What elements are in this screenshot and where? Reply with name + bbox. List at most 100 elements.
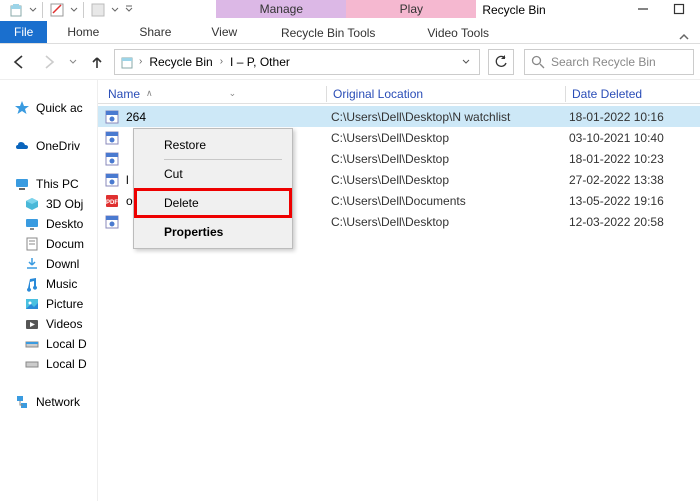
col-dropdown-icon[interactable]: ⌄ — [229, 88, 237, 99]
forward-button[interactable] — [36, 49, 62, 75]
file-original-location: C:\Users\Dell\Desktop — [331, 215, 569, 229]
cube-icon — [24, 196, 40, 212]
menu-restore[interactable]: Restore — [136, 132, 290, 158]
sidebar-pictures[interactable]: Picture — [0, 294, 97, 314]
menu-separator — [164, 159, 282, 160]
download-icon — [24, 256, 40, 272]
cloud-icon — [14, 138, 30, 154]
pc-icon — [14, 176, 30, 192]
file-original-location: C:\Users\Dell\Desktop — [331, 173, 569, 187]
video-file-icon — [104, 172, 120, 188]
sidebar-documents[interactable]: Docum — [0, 234, 97, 254]
sidebar-network[interactable]: Network — [0, 392, 97, 412]
sidebar-3d-objects[interactable]: 3D Obj — [0, 194, 97, 214]
file-original-location: C:\Users\Dell\Desktop — [331, 152, 569, 166]
sidebar-local-disk-c[interactable]: Local D — [0, 334, 97, 354]
col-original-location[interactable]: Original Location — [327, 87, 565, 101]
svg-text:PDF: PDF — [106, 200, 118, 206]
sidebar-videos[interactable]: Videos — [0, 314, 97, 334]
menu-separator — [164, 217, 282, 218]
context-menu: Restore Cut Delete Properties — [133, 128, 293, 249]
menu-separator — [164, 188, 282, 189]
ribbon-expand-icon[interactable] — [678, 29, 700, 43]
drive-icon — [24, 356, 40, 372]
file-date-deleted: 18-01-2022 10:23 — [569, 152, 700, 166]
qa-dropdown-icon[interactable] — [28, 6, 38, 14]
tab-view[interactable]: View — [191, 21, 257, 43]
address-bar: › Recycle Bin › I – P, Other Search Recy… — [0, 44, 700, 80]
video-file-icon — [104, 130, 120, 146]
col-name[interactable]: Name ∧ ⌄ — [98, 87, 326, 101]
video-file-icon — [104, 151, 120, 167]
file-date-deleted: 27-02-2022 13:38 — [569, 173, 700, 187]
window-title: Recycle Bin — [476, 0, 555, 17]
qa-dropdown2-icon[interactable] — [69, 6, 79, 14]
recycle-bin-crumb-icon — [119, 54, 135, 70]
qa-customize-icon[interactable] — [122, 0, 136, 20]
nav-sidebar: Quick ac OneDriv This PC 3D Obj Deskto D… — [0, 80, 98, 501]
breadcrumb-box[interactable]: › Recycle Bin › I – P, Other — [114, 49, 480, 75]
pdf-icon: PDF — [104, 193, 120, 209]
sidebar-downloads[interactable]: Downl — [0, 254, 97, 274]
sidebar-music[interactable]: Music — [0, 274, 97, 294]
file-date-deleted: 13-05-2022 19:16 — [569, 194, 700, 208]
file-name: 264 — [126, 110, 331, 124]
star-icon — [14, 100, 30, 116]
tab-recycle-bin-tools[interactable]: Recycle Bin Tools — [263, 23, 393, 43]
music-icon — [24, 276, 40, 292]
back-button[interactable] — [6, 49, 32, 75]
menu-cut[interactable]: Cut — [136, 161, 290, 187]
properties-icon[interactable] — [47, 0, 67, 20]
contextual-tabs: Manage Play — [216, 0, 476, 18]
doc-icon — [24, 236, 40, 252]
chevron-right-icon[interactable]: › — [220, 56, 223, 67]
minimize-button[interactable] — [636, 2, 650, 16]
desktop-icon — [24, 216, 40, 232]
video-file-icon — [104, 214, 120, 230]
ctx-play: Play — [346, 0, 476, 18]
window-controls — [636, 0, 700, 16]
video-folder-icon — [24, 316, 40, 332]
tab-video-tools[interactable]: Video Tools — [393, 23, 523, 43]
up-button[interactable] — [84, 49, 110, 75]
recent-dropdown[interactable] — [66, 49, 80, 75]
file-date-deleted: 12-03-2022 20:58 — [569, 215, 700, 229]
sidebar-local-disk-d[interactable]: Local D — [0, 354, 97, 374]
file-tab[interactable]: File — [0, 21, 47, 43]
maximize-button[interactable] — [672, 2, 686, 16]
titlebar: Manage Play Recycle Bin — [0, 0, 700, 22]
empty-icon[interactable] — [88, 0, 108, 20]
tab-share[interactable]: Share — [119, 21, 191, 43]
column-headers: Name ∧ ⌄ Original Location Date Deleted — [98, 80, 700, 104]
sidebar-this-pc[interactable]: This PC — [0, 174, 97, 194]
search-input[interactable]: Search Recycle Bin — [524, 49, 694, 75]
qa-dropdown3-icon[interactable] — [110, 6, 120, 14]
ctx-manage: Manage — [216, 0, 346, 18]
picture-icon — [24, 296, 40, 312]
col-date-deleted[interactable]: Date Deleted — [566, 87, 700, 101]
menu-properties[interactable]: Properties — [136, 219, 290, 245]
crumb-group[interactable]: I – P, Other — [227, 55, 293, 69]
crumb-recycle-bin[interactable]: Recycle Bin — [146, 55, 215, 69]
path-dropdown-icon[interactable] — [457, 57, 475, 67]
menu-delete[interactable]: Delete — [136, 190, 290, 216]
video-file-icon — [104, 109, 120, 125]
file-row[interactable]: 264C:\Users\Dell\Desktop\N watchlist18-0… — [98, 106, 700, 127]
file-original-location: C:\Users\Dell\Desktop — [331, 131, 569, 145]
search-icon — [531, 55, 545, 69]
file-original-location: C:\Users\Dell\Desktop\N watchlist — [331, 110, 569, 124]
sidebar-desktop[interactable]: Deskto — [0, 214, 97, 234]
sidebar-quick-access[interactable]: Quick ac — [0, 98, 97, 118]
recycle-bin-icon[interactable] — [6, 0, 26, 20]
sidebar-onedrive[interactable]: OneDriv — [0, 136, 97, 156]
search-placeholder: Search Recycle Bin — [551, 55, 656, 69]
separator — [42, 2, 43, 18]
separator — [83, 2, 84, 18]
file-date-deleted: 18-01-2022 10:16 — [569, 110, 700, 124]
tab-home[interactable]: Home — [47, 21, 119, 43]
main-area: Quick ac OneDriv This PC 3D Obj Deskto D… — [0, 80, 700, 501]
ribbon-tabs: File Home Share View Recycle Bin Tools V… — [0, 22, 700, 44]
refresh-button[interactable] — [488, 49, 514, 75]
chevron-right-icon[interactable]: › — [139, 56, 142, 67]
file-original-location: C:\Users\Dell\Documents — [331, 194, 569, 208]
